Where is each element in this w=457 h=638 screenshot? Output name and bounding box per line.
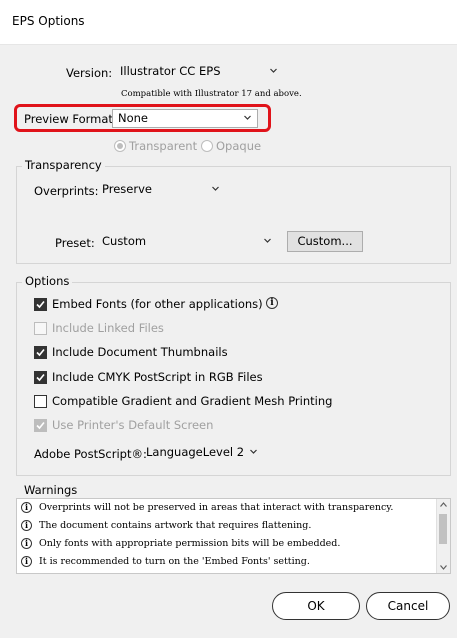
- opaque-label: Opaque: [216, 139, 262, 153]
- checkmark-icon: [36, 300, 45, 309]
- embed-fonts-label: Embed Fonts (for other applications): [52, 297, 263, 311]
- window-title: EPS Options: [12, 14, 85, 28]
- chevron-down-icon: [212, 186, 219, 191]
- info-icon: i: [21, 520, 32, 531]
- info-icon: i: [21, 502, 32, 513]
- overprints-dropdown[interactable]: Preserve: [96, 180, 226, 199]
- transparent-label: Transparent: [129, 139, 198, 153]
- chevron-down-icon: [264, 238, 271, 243]
- include-thumbnails-label: Include Document Thumbnails: [52, 345, 228, 359]
- overprints-label: Overprints:: [34, 184, 99, 198]
- postscript-value: LanguageLevel 2: [146, 445, 245, 459]
- scrollbar-thumb[interactable]: [439, 514, 447, 544]
- postscript-label: Adobe PostScript®:: [34, 447, 147, 461]
- custom-button[interactable]: Custom...: [287, 231, 363, 252]
- include-thumbnails-checkbox[interactable]: [34, 346, 47, 359]
- scroll-down-icon[interactable]: [440, 565, 447, 570]
- include-cmyk-label: Include CMYK PostScript in RGB Files: [52, 370, 263, 384]
- warning-text: It is recommended to turn on the 'Embed …: [39, 556, 310, 567]
- options-title: Options: [22, 274, 73, 288]
- checkmark-icon: [36, 373, 45, 382]
- cancel-button[interactable]: Cancel: [366, 592, 450, 620]
- info-icon[interactable]: i: [266, 297, 278, 309]
- preset-value: Custom: [102, 234, 147, 248]
- use-printer-screen-label: Use Printer's Default Screen: [52, 418, 214, 432]
- overprints-value: Preserve: [102, 182, 152, 196]
- preset-label: Preset:: [55, 236, 95, 250]
- chevron-down-icon: [270, 68, 277, 73]
- transparency-title: Transparency: [22, 158, 105, 172]
- include-linked-checkbox[interactable]: [34, 322, 47, 335]
- preview-format-value: None: [118, 111, 149, 125]
- include-cmyk-checkbox[interactable]: [34, 371, 47, 384]
- warning-text: Only fonts with appropriate permission b…: [39, 538, 341, 549]
- compatible-gradient-label: Compatible Gradient and Gradient Mesh Pr…: [52, 394, 333, 408]
- checkmark-icon: [36, 348, 45, 357]
- ok-button[interactable]: OK: [272, 592, 360, 620]
- chevron-down-icon: [244, 115, 251, 120]
- warning-text: Overprints will not be preserved in area…: [39, 502, 394, 513]
- checkmark-icon: [36, 421, 45, 430]
- include-linked-label: Include Linked Files: [52, 321, 164, 335]
- version-value: Illustrator CC EPS: [120, 64, 221, 78]
- version-label: Version:: [66, 66, 113, 80]
- transparent-radio[interactable]: [114, 140, 126, 152]
- warnings-scrollbar[interactable]: [436, 499, 450, 573]
- scroll-up-icon[interactable]: [440, 502, 447, 507]
- opaque-radio[interactable]: [201, 140, 213, 152]
- warnings-list[interactable]: i Overprints will not be preserved in ar…: [16, 498, 451, 574]
- compatible-gradient-checkbox[interactable]: [34, 395, 47, 408]
- chevron-down-icon: [250, 449, 257, 454]
- preview-format-dropdown[interactable]: None: [112, 109, 258, 128]
- warnings-title: Warnings: [24, 483, 78, 497]
- version-compat-note: Compatible with Illustrator 17 and above…: [121, 89, 302, 99]
- preview-format-label: Preview Format:: [24, 112, 117, 126]
- info-icon: i: [21, 556, 32, 567]
- preset-dropdown[interactable]: Custom: [96, 232, 278, 251]
- info-icon: i: [21, 538, 32, 549]
- postscript-dropdown[interactable]: LanguageLevel 2: [140, 443, 264, 462]
- use-printer-screen-checkbox[interactable]: [34, 419, 47, 432]
- warning-text: The document contains artwork that requi…: [39, 520, 312, 531]
- embed-fonts-checkbox[interactable]: [34, 298, 47, 311]
- version-dropdown[interactable]: Illustrator CC EPS: [114, 62, 284, 81]
